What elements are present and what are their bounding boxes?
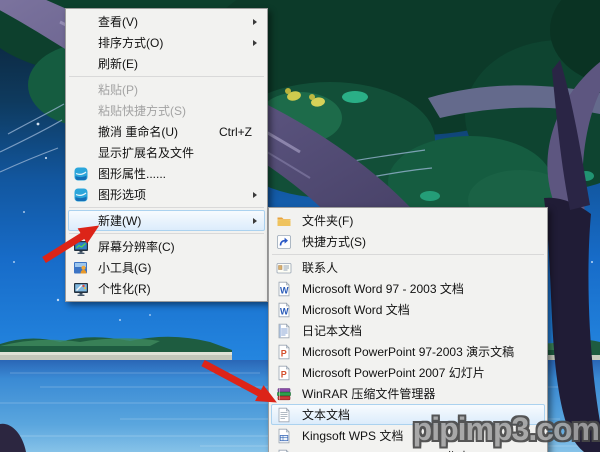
context-menu: 查看(V) 排序方式(O) 刷新(E) 粘贴(P) 粘贴快捷方式(S) 撤消 重命名(U)… bbox=[65, 8, 268, 302]
menu-item-label: 排序方式(O) bbox=[98, 36, 164, 50]
menu-item-label: Microsoft Excel 97-2003 工作表 bbox=[302, 448, 470, 452]
submenu-arrow-icon bbox=[253, 192, 257, 198]
menu-item-folder[interactable]: 文件夹(F) bbox=[271, 210, 545, 231]
icon-spacer bbox=[71, 81, 98, 98]
menu-separator bbox=[69, 207, 264, 208]
menu-item-label: 小工具(G) bbox=[98, 261, 152, 275]
icon-spacer bbox=[71, 13, 98, 30]
menu-item-label: 图形选项 bbox=[98, 188, 147, 202]
contact-icon bbox=[274, 259, 302, 276]
menu-item-label: 图形属性...... bbox=[98, 167, 167, 181]
svg-text:P: P bbox=[281, 369, 287, 379]
submenu-arrow-icon bbox=[253, 218, 257, 224]
menu-item-sort-by[interactable]: 排序方式(O) bbox=[68, 32, 265, 53]
menu-item-screen-resolution[interactable]: 屏幕分辨率(C) bbox=[68, 236, 265, 257]
icon-spacer bbox=[71, 34, 98, 51]
folder-icon bbox=[274, 212, 302, 229]
menu-item-label: 文本文档 bbox=[302, 408, 351, 422]
menu-item-powerpoint-97-2003[interactable]: P Microsoft PowerPoint 97-2003 演示文稿 bbox=[271, 341, 545, 362]
personalization-icon bbox=[71, 280, 98, 297]
menu-item-label: 粘贴(P) bbox=[98, 83, 138, 97]
desktop: 查看(V) 排序方式(O) 刷新(E) 粘贴(P) 粘贴快捷方式(S) 撤消 重命名(U)… bbox=[0, 0, 600, 452]
menu-item-label: 文件夹(F) bbox=[302, 214, 354, 228]
menu-item-label: 粘贴快捷方式(S) bbox=[98, 104, 186, 118]
menu-item-label: 查看(V) bbox=[98, 15, 138, 29]
svg-text:P: P bbox=[281, 348, 287, 358]
menu-item-journal[interactable]: 日记本文档 bbox=[271, 320, 545, 341]
svg-text:W: W bbox=[280, 306, 289, 316]
journal-icon bbox=[274, 322, 302, 339]
text-doc-icon bbox=[274, 406, 302, 423]
menu-item-show-extensions[interactable]: 显示扩展名及文件 bbox=[68, 142, 265, 163]
menu-item-label: Microsoft Word 文档 bbox=[302, 303, 410, 317]
wps-icon bbox=[274, 427, 302, 444]
menu-item-paste-shortcut[interactable]: 粘贴快捷方式(S) bbox=[68, 100, 265, 121]
menu-item-label: 快捷方式(S) bbox=[302, 235, 366, 249]
menu-item-view[interactable]: 查看(V) bbox=[68, 11, 265, 32]
icon-spacer bbox=[71, 212, 98, 229]
menu-item-powerpoint-2007[interactable]: P Microsoft PowerPoint 2007 幻灯片 bbox=[271, 362, 545, 383]
shortcut-label: Ctrl+Z bbox=[219, 124, 252, 139]
menu-item-word[interactable]: W Microsoft Word 文档 bbox=[271, 299, 545, 320]
menu-item-graphics-options[interactable]: 图形选项 bbox=[68, 184, 265, 205]
menu-item-label: 显示扩展名及文件 bbox=[98, 146, 195, 160]
menu-item-label: Kingsoft WPS 文档 bbox=[302, 429, 404, 443]
powerpoint-icon: P bbox=[274, 343, 302, 360]
gadgets-icon bbox=[71, 259, 98, 276]
menu-item-label: 日记本文档 bbox=[302, 324, 363, 338]
menu-item-undo-rename[interactable]: 撤消 重命名(U) Ctrl+Z bbox=[68, 121, 265, 142]
menu-item-label: 个性化(R) bbox=[98, 282, 151, 296]
menu-item-shortcut[interactable]: 快捷方式(S) bbox=[271, 231, 545, 252]
display-resolution-icon bbox=[71, 238, 98, 255]
menu-item-winrar[interactable]: WinRAR 压缩文件管理器 bbox=[271, 383, 545, 404]
submenu-arrow-icon bbox=[253, 40, 257, 46]
menu-item-refresh[interactable]: 刷新(E) bbox=[68, 53, 265, 74]
menu-item-label: 撤消 重命名(U) bbox=[98, 125, 178, 139]
word-icon: W bbox=[274, 301, 302, 318]
menu-separator bbox=[272, 254, 544, 255]
menu-item-label: 屏幕分辨率(C) bbox=[98, 240, 175, 254]
watermark: pipimp3.com bbox=[412, 411, 600, 447]
menu-item-new[interactable]: 新建(W) bbox=[68, 210, 265, 231]
svg-text:W: W bbox=[280, 285, 289, 295]
menu-item-personalize[interactable]: 个性化(R) bbox=[68, 278, 265, 299]
excel-icon bbox=[274, 448, 302, 452]
intel-graphics-icon bbox=[71, 186, 98, 203]
menu-item-label: Microsoft Word 97 - 2003 文档 bbox=[302, 282, 464, 296]
menu-item-label: 联系人 bbox=[302, 261, 339, 275]
powerpoint-icon: P bbox=[274, 364, 302, 381]
intel-graphics-icon bbox=[71, 165, 98, 182]
shortcut-icon bbox=[274, 233, 302, 250]
menu-item-label: Microsoft PowerPoint 97-2003 演示文稿 bbox=[302, 345, 515, 359]
menu-item-graphics-properties[interactable]: 图形属性...... bbox=[68, 163, 265, 184]
menu-item-label: WinRAR 压缩文件管理器 bbox=[302, 387, 436, 401]
menu-separator bbox=[69, 76, 264, 77]
icon-spacer bbox=[71, 144, 98, 161]
menu-item-gadgets[interactable]: 小工具(G) bbox=[68, 257, 265, 278]
word-icon: W bbox=[274, 280, 302, 297]
winrar-icon bbox=[274, 385, 302, 402]
menu-item-paste[interactable]: 粘贴(P) bbox=[68, 79, 265, 100]
icon-spacer bbox=[71, 102, 98, 119]
menu-separator bbox=[69, 233, 264, 234]
menu-item-label: 刷新(E) bbox=[98, 57, 138, 71]
menu-item-label: Microsoft PowerPoint 2007 幻灯片 bbox=[302, 366, 485, 380]
menu-item-label: 新建(W) bbox=[98, 214, 142, 228]
submenu-arrow-icon bbox=[253, 19, 257, 25]
menu-item-contact[interactable]: 联系人 bbox=[271, 257, 545, 278]
icon-spacer bbox=[71, 55, 98, 72]
menu-item-word-97-2003[interactable]: W Microsoft Word 97 - 2003 文档 bbox=[271, 278, 545, 299]
icon-spacer bbox=[71, 123, 98, 140]
